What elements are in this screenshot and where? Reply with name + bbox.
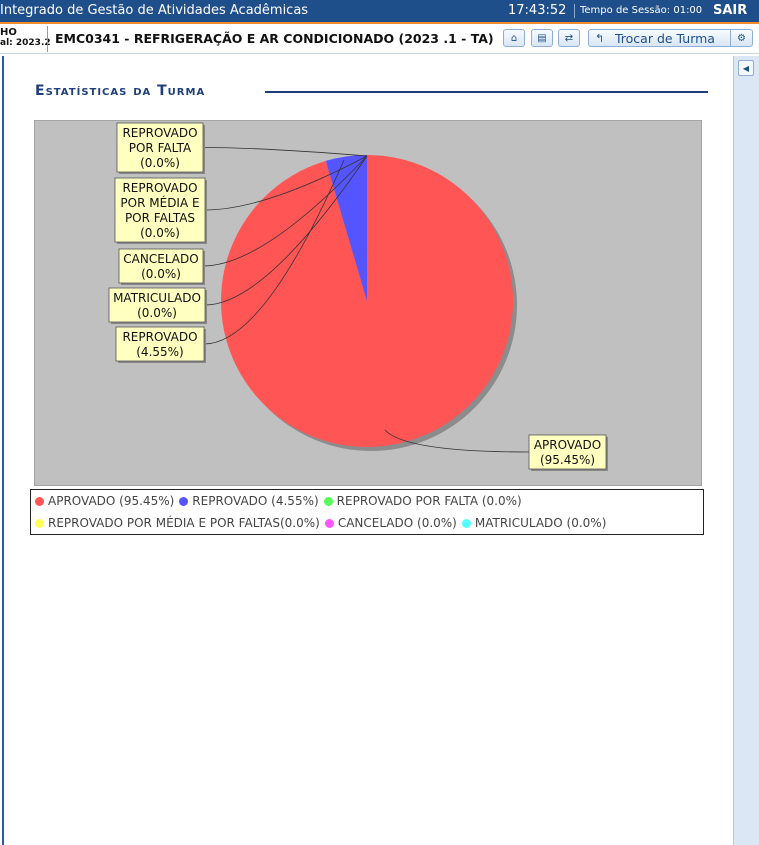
callout-label: REPROVADO — [122, 330, 197, 344]
callout-label: (0.0%) — [140, 226, 180, 240]
legend-swatch — [324, 518, 334, 528]
callout-label: POR MÉDIA E — [120, 195, 199, 210]
print-button[interactable]: ▤ — [531, 29, 553, 47]
clock: 17:43:52 — [508, 3, 567, 18]
class-toolbar: HO al: 2023.2 EMC0341 - REFRIGERAÇÃO E A… — [0, 24, 759, 54]
back-arrow-icon: ↰ — [595, 31, 605, 45]
callout-label: (0.0%) — [140, 156, 180, 170]
legend-item: MATRICULADO (0.0%) — [461, 516, 607, 530]
switch-class-label: Trocar de Turma — [615, 30, 715, 46]
session-timer: Tempo de Sessão: 01:00 — [580, 5, 703, 16]
print-icon: ▤ — [537, 32, 547, 44]
legend-row: APROVADO (95.45%) REPROVADO (4.55%) REPROV… — [35, 494, 527, 508]
system-title: Integrado de Gestão de Atividades Acadêm… — [0, 3, 309, 18]
left-border — [2, 56, 4, 845]
callout-label: MATRICULADO — [113, 291, 201, 305]
legend-swatch — [323, 496, 333, 506]
callout-label: POR FALTA — [129, 141, 192, 155]
header-divider — [574, 4, 575, 18]
legend-label: REPROVADO POR MÉDIA E POR FALTAS(0.0%) — [48, 516, 320, 530]
legend-swatch — [179, 496, 189, 506]
side-panel: ◀ — [733, 56, 759, 845]
legend-swatch — [35, 518, 44, 528]
triangle-left-icon: ◀ — [742, 63, 750, 73]
legend-label: CANCELADO (0.0%) — [337, 516, 457, 530]
swap-icon: ⇄ — [564, 32, 574, 44]
pie-chart-svg: APROVADO(95.45%)REPROVADO(4.55%)REPROVAD… — [33, 119, 703, 487]
callout-label: (0.0%) — [141, 267, 181, 281]
callout-label: POR FALTAS — [125, 211, 195, 225]
callout-label: (95.45%) — [540, 453, 595, 467]
swap-button[interactable]: ⇄ — [558, 29, 580, 47]
callout-label: (0.0%) — [137, 306, 177, 320]
home-icon: ⌂ — [510, 32, 518, 44]
callout-label: REPROVADO — [122, 181, 197, 195]
chart-legend: APROVADO (95.45%) REPROVADO (4.55%) REPROV… — [30, 489, 704, 535]
page-title: Estatísticas da Turma — [35, 83, 206, 99]
user-name: HO — [0, 27, 17, 38]
title-rule — [265, 91, 708, 93]
legend-item: CANCELADO (0.0%) — [324, 516, 457, 530]
legend-label: MATRICULADO (0.0%) — [474, 516, 607, 530]
legend-label: REPROVADO POR FALTA (0.0%) — [336, 494, 522, 508]
legend-item: APROVADO (95.45%) — [35, 494, 174, 508]
system-header: Integrado de Gestão de Atividades Acadêm… — [0, 0, 759, 22]
legend-label: REPROVADO (4.55%) — [192, 494, 319, 508]
user-period: al: 2023.2 — [0, 38, 51, 48]
legend-item: REPROVADO (4.55%) — [179, 494, 319, 508]
callout-label: (4.55%) — [136, 345, 183, 359]
callout-label: REPROVADO — [122, 126, 197, 140]
callout-label: CANCELADO — [123, 252, 198, 266]
callout-label: APROVADO — [534, 438, 601, 452]
pie-chart: APROVADO (95.45%) REPROVADO (4.55%) REPROVAD… — [33, 119, 703, 487]
toolbar-divider — [47, 26, 48, 52]
legend-item: REPROVADO POR MÉDIA E POR FALTAS(0.0%) — [35, 516, 320, 530]
logout-link[interactable]: SAIR — [713, 3, 747, 18]
course-title: EMC0341 - REFRIGERAÇÃO E AR CONDICIONADO… — [55, 31, 494, 46]
home-button[interactable]: ⌂ — [503, 29, 525, 47]
legend-label: APROVADO (95.45%) — [48, 494, 175, 508]
collapse-panel-button[interactable]: ◀ — [738, 60, 754, 76]
switch-class-button[interactable]: ↰ Trocar de Turma ⚙ — [588, 29, 753, 47]
legend-swatch — [35, 496, 44, 506]
legend-swatch — [461, 518, 471, 528]
legend-row: REPROVADO POR MÉDIA E POR FALTAS(0.0%) CA… — [35, 516, 611, 530]
legend-item: REPROVADO POR FALTA (0.0%) — [323, 494, 522, 508]
gear-icon[interactable]: ⚙ — [730, 29, 752, 47]
